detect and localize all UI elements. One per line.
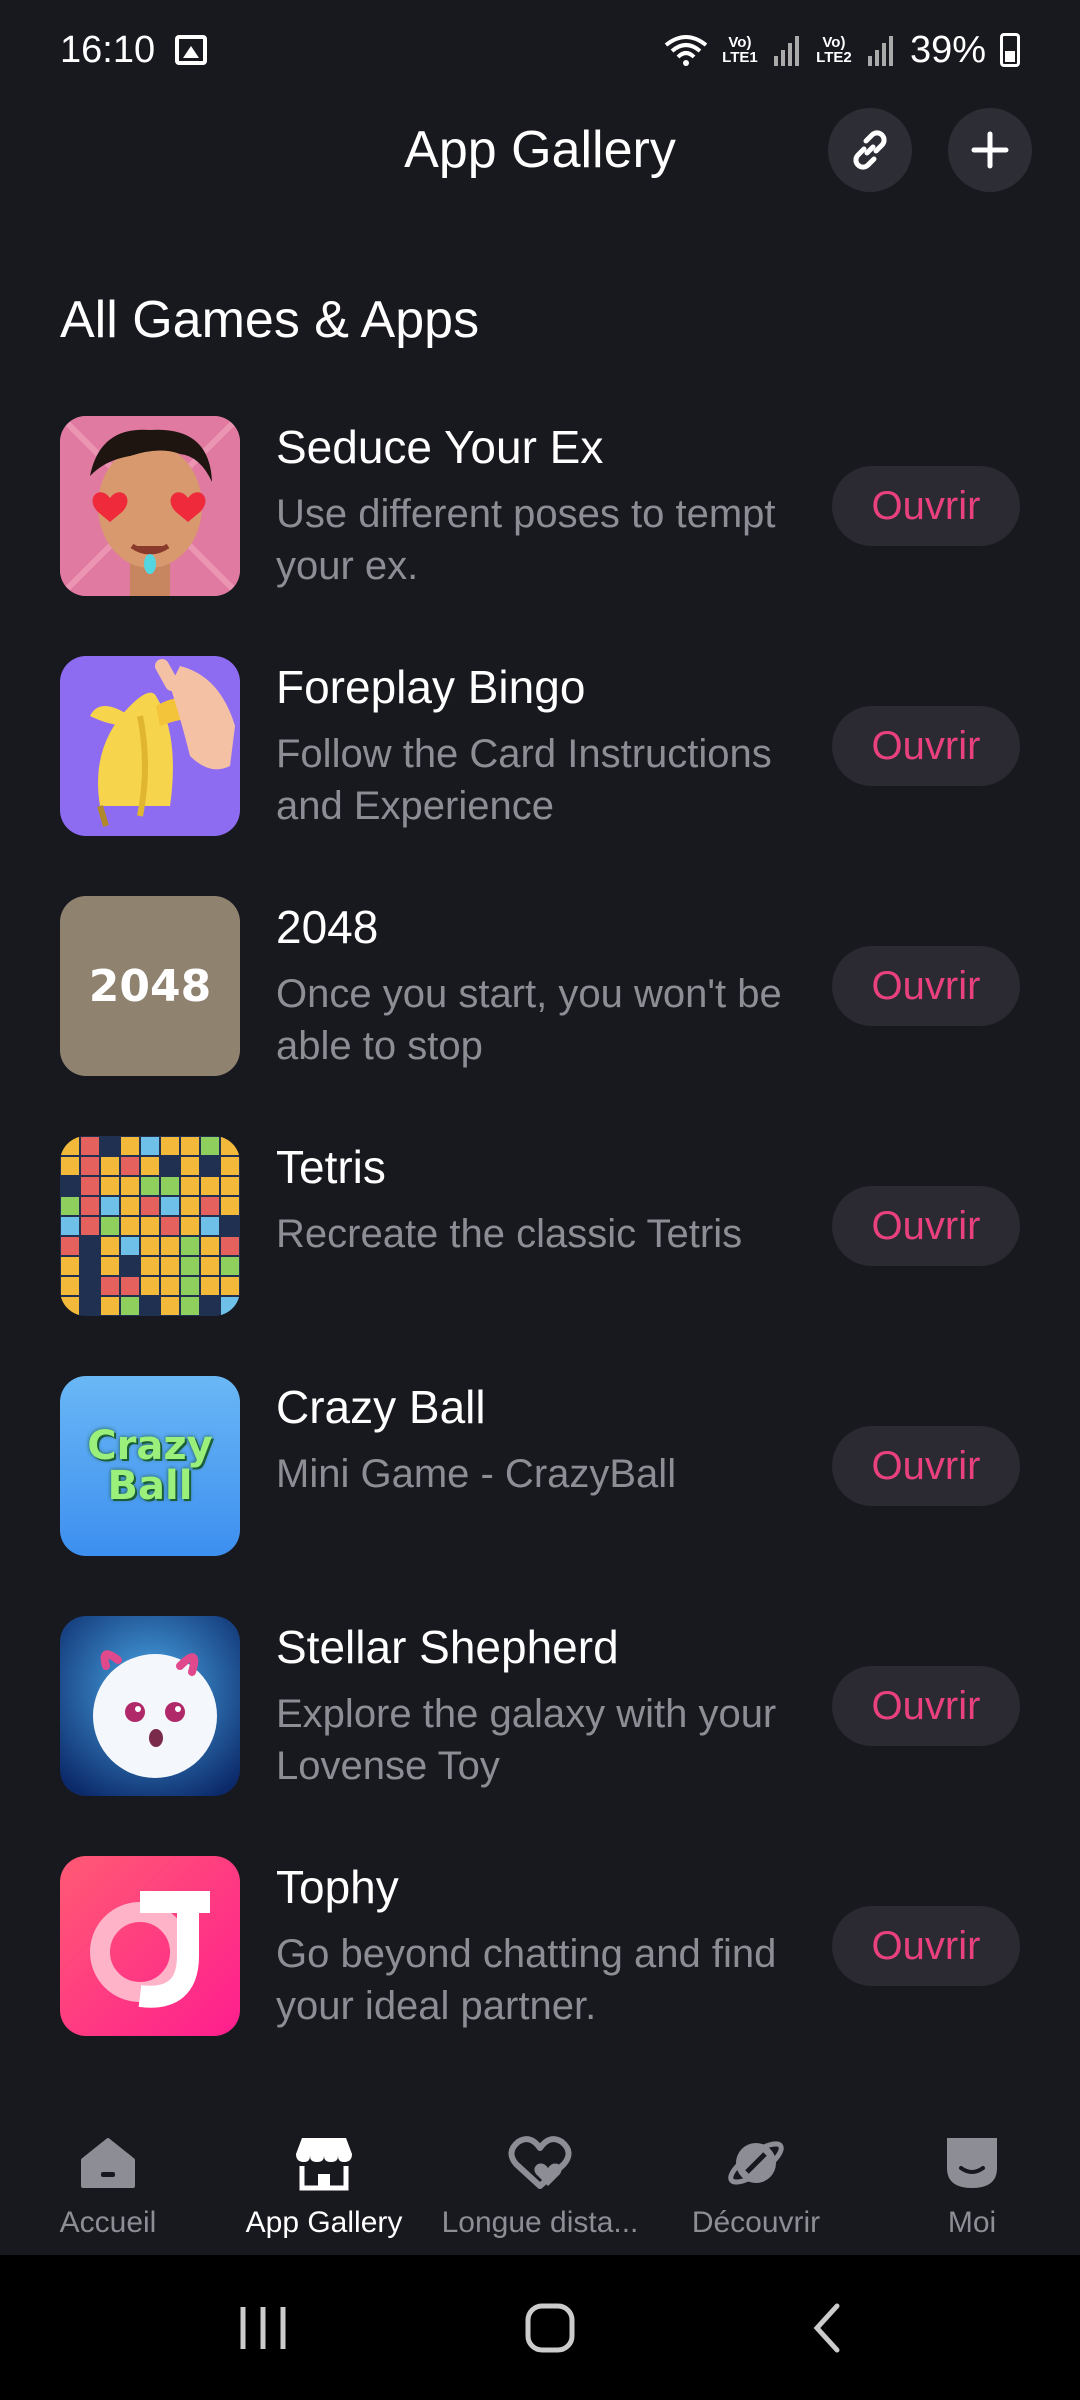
battery-percent: 39% — [909, 28, 986, 71]
item-description: Mini Game - CrazyBall — [276, 1452, 677, 1496]
list-item[interactable]: Crazy Ball Crazy Ball Mini Game - CrazyB… — [0, 1370, 1080, 1610]
app-list: Seduce Your Ex Use different poses to te… — [0, 410, 1080, 2090]
wifi-icon — [664, 35, 708, 66]
link-icon — [853, 130, 887, 170]
item-title: Stellar Shepherd — [276, 1621, 619, 1673]
item-title: Crazy Ball — [276, 1381, 486, 1433]
nav-item-moi[interactable]: Moi — [864, 2110, 1080, 2255]
bottom-nav: Accueil App Gallery Longue dista... Déco… — [0, 2110, 1080, 2255]
link-button[interactable] — [828, 108, 912, 192]
item-description: Once you start, you won't be able to sto… — [276, 972, 782, 1068]
item-title: Seduce Your Ex — [276, 421, 604, 473]
item-title: 2048 — [276, 901, 379, 953]
nav-label: Accueil — [59, 2206, 157, 2239]
item-description: Use different poses to tempt your ex. — [276, 492, 776, 588]
item-title: Tophy — [276, 1861, 399, 1913]
open-button[interactable]: Ouvrir — [832, 946, 1020, 1026]
system-nav-bar — [0, 2255, 1080, 2400]
open-button[interactable]: Ouvrir — [832, 1186, 1020, 1266]
heart-icon — [508, 2136, 572, 2189]
icon-2048-text: 2048 — [88, 960, 212, 1012]
sim2-label: Vo) LTE2 — [816, 34, 852, 66]
list-item[interactable]: Tophy Go beyond chatting and find your i… — [0, 1850, 1080, 2090]
add-button[interactable] — [948, 108, 1032, 192]
open-button[interactable]: Ouvrir — [832, 706, 1020, 786]
signal-2-icon — [867, 36, 893, 66]
home-button-icon[interactable] — [520, 2300, 580, 2356]
face-icon — [947, 2138, 997, 2188]
nav-label: Moi — [947, 2206, 997, 2239]
clock: 16:10 — [60, 28, 156, 71]
open-button[interactable]: Ouvrir — [832, 466, 1020, 546]
open-button[interactable]: Ouvrir — [832, 1906, 1020, 1986]
sim1-label: Vo) LTE1 — [722, 34, 758, 66]
section-title: All Games & Apps — [60, 291, 480, 349]
nav-item-longue-distance[interactable]: Longue dista... — [432, 2110, 648, 2255]
nav-label: App Gallery — [245, 2206, 403, 2239]
store-icon — [296, 2138, 352, 2191]
plus-icon — [971, 131, 1009, 169]
app-icon-crazy-ball: Crazy Ball — [60, 1376, 240, 1556]
app-icon-stellar-shepherd — [60, 1616, 240, 1796]
item-title: Tetris — [276, 1141, 386, 1193]
open-button[interactable]: Ouvrir — [832, 1666, 1020, 1746]
nav-label: Découvrir — [691, 2206, 821, 2239]
home-icon — [81, 2138, 135, 2188]
app-icon-tetris — [60, 1136, 240, 1316]
item-description: Explore the galaxy with your Lovense Toy — [276, 1692, 777, 1788]
nav-item-accueil[interactable]: Accueil — [0, 2110, 216, 2255]
planet-icon — [728, 2141, 784, 2185]
item-title: Foreplay Bingo — [276, 661, 586, 713]
nav-item-decouvrir[interactable]: Découvrir — [648, 2110, 864, 2255]
app-icon-tophy — [60, 1856, 240, 2036]
nav-item-app-gallery[interactable]: App Gallery — [216, 2110, 432, 2255]
icon-crazy-ball-text: Crazy Ball — [87, 1423, 213, 1509]
list-item[interactable]: Tetris Recreate the classic Tetris Ouvri… — [0, 1130, 1080, 1370]
status-bar: 16:10 Vo) LTE1 Vo) LTE2 39% — [0, 0, 1080, 100]
recent-apps-icon[interactable] — [233, 2303, 293, 2353]
open-button[interactable]: Ouvrir — [832, 1426, 1020, 1506]
signal-1-icon — [773, 36, 799, 66]
page-title: App Gallery — [404, 121, 676, 179]
list-item[interactable]: 2048 2048 Once you start, you won't be a… — [0, 890, 1080, 1130]
item-description: Follow the Card Instructions and Experie… — [276, 732, 772, 828]
header: App Gallery — [0, 100, 1080, 200]
battery-icon — [1000, 33, 1020, 67]
app-icon-2048: 2048 — [60, 896, 240, 1076]
image-notification-icon — [175, 35, 208, 65]
app-icon-foreplay-bingo — [60, 656, 240, 836]
list-item[interactable]: Seduce Your Ex Use different poses to te… — [0, 410, 1080, 650]
item-description: Go beyond chatting and find your ideal p… — [276, 1932, 777, 2028]
app-icon-seduce-your-ex — [60, 416, 240, 596]
list-item[interactable]: Stellar Shepherd Explore the galaxy with… — [0, 1610, 1080, 1850]
back-icon[interactable] — [807, 2300, 847, 2356]
nav-label: Longue dista... — [441, 2206, 639, 2239]
list-item[interactable]: Foreplay Bingo Follow the Card Instructi… — [0, 650, 1080, 890]
item-description: Recreate the classic Tetris — [276, 1212, 743, 1256]
